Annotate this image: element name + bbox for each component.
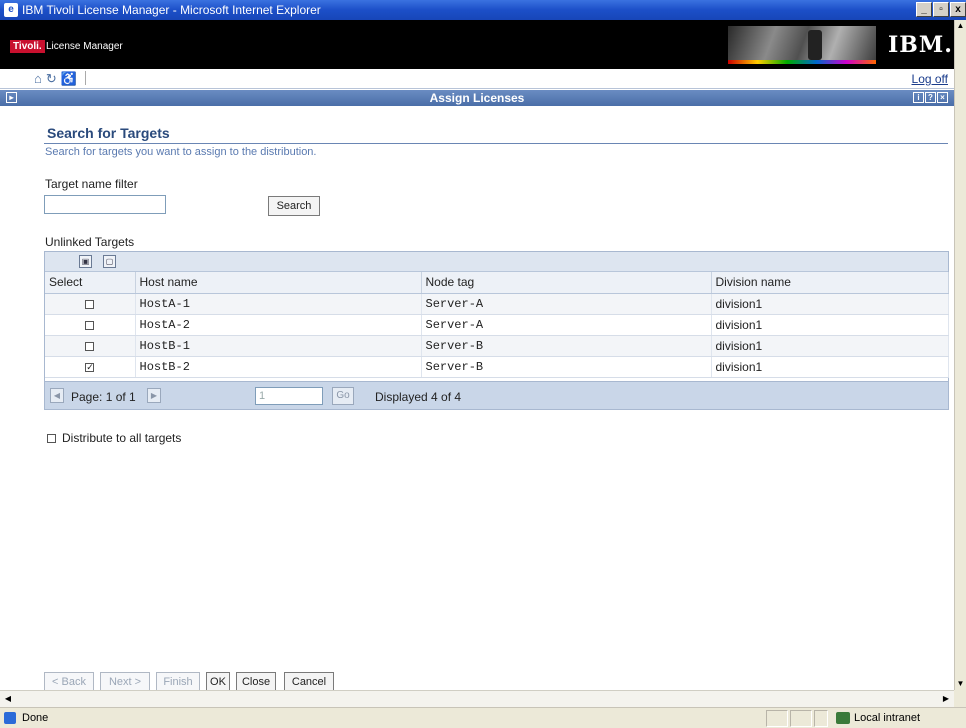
row-select-checkbox[interactable]: ✓: [85, 362, 95, 372]
log-off-link[interactable]: Log off: [912, 72, 948, 86]
column-node-tag[interactable]: Node tag: [421, 272, 712, 294]
row-select-checkbox[interactable]: [85, 341, 95, 351]
row-select-checkbox[interactable]: [85, 320, 95, 330]
product-name: License Manager: [46, 41, 123, 52]
node-tag-cell: Server-B: [421, 356, 712, 378]
distribute-all-option[interactable]: Distribute to all targets: [47, 431, 181, 445]
toolbar-separator: [84, 71, 86, 85]
intranet-zone-icon: [836, 712, 850, 724]
security-zone: Local intranet: [854, 712, 921, 724]
status-text: Done: [22, 712, 49, 724]
page-number-input[interactable]: 1: [255, 387, 323, 405]
tivoli-banner: Tivoli. License Manager IBM.: [0, 20, 954, 69]
select-all-icon[interactable]: ▣: [79, 255, 92, 268]
banner-artwork: [728, 26, 876, 64]
row-select-checkbox[interactable]: [85, 299, 95, 309]
column-division-name[interactable]: Division name: [711, 272, 949, 294]
window-titlebar: e IBM Tivoli License Manager - Microsoft…: [0, 0, 966, 20]
portal-toolbar: ⌂ ↻ ♿ Log off: [0, 69, 954, 89]
target-filter-label: Target name filter: [45, 177, 138, 191]
home-icon[interactable]: ⌂: [34, 71, 42, 87]
tivoli-logo: Tivoli.: [10, 40, 45, 53]
accessibility-icon[interactable]: ♿: [61, 71, 77, 87]
horizontal-scrollbar[interactable]: ◀ ▶: [0, 690, 954, 707]
next-button[interactable]: Next >: [100, 672, 150, 692]
ie-icon: e: [4, 3, 18, 17]
division-name-cell: division1: [711, 314, 949, 336]
portlet-menu-icon[interactable]: ▸: [6, 92, 17, 103]
finish-button[interactable]: Finish: [156, 672, 200, 692]
target-filter-input[interactable]: [44, 195, 166, 214]
targets-grid: Select Host name Node tag Division name …: [45, 272, 949, 378]
scroll-down-icon[interactable]: ▼: [955, 678, 966, 690]
status-bar: Done Local intranet: [0, 707, 966, 728]
table-row[interactable]: ✓ HostB-2 Server-B division1: [45, 356, 949, 378]
table-toolbar: ▣ ▢: [45, 252, 948, 272]
refresh-icon[interactable]: ↻: [46, 71, 57, 87]
scroll-left-icon[interactable]: ◀: [2, 693, 14, 705]
table-row[interactable]: HostA-2 Server-A division1: [45, 314, 949, 336]
scrollbar-corner: [954, 690, 966, 707]
division-name-cell: division1: [711, 356, 949, 378]
window-title: IBM Tivoli License Manager - Microsoft I…: [22, 3, 321, 17]
search-button[interactable]: Search: [268, 196, 320, 216]
node-tag-cell: Server-A: [421, 293, 712, 315]
section-description: Search for targets you want to assign to…: [45, 146, 317, 158]
division-name-cell: division1: [711, 335, 949, 357]
window-controls: _ ▫ x: [916, 2, 966, 17]
unlinked-targets-label: Unlinked Targets: [45, 235, 135, 249]
node-tag-cell: Server-A: [421, 314, 712, 336]
host-name-cell: HostA-2: [135, 314, 422, 336]
minimize-button[interactable]: _: [916, 2, 932, 17]
host-name-cell: HostB-1: [135, 335, 422, 357]
status-cell: [766, 710, 788, 727]
info-icon[interactable]: i: [913, 92, 924, 103]
next-page-icon[interactable]: ▶: [147, 388, 161, 403]
page-status-icon: [4, 712, 16, 724]
traffic-light-graphic: [808, 30, 822, 60]
division-name-cell: division1: [711, 293, 949, 315]
column-select: Select: [45, 272, 136, 294]
node-tag-cell: Server-B: [421, 335, 712, 357]
close-button[interactable]: Close: [236, 672, 276, 692]
banner-stripe: [728, 60, 876, 64]
table-row[interactable]: HostA-1 Server-A division1: [45, 293, 949, 315]
status-cell: [814, 710, 828, 727]
table-pager: ◀ Page: 1 of 1 ▶ 1 Go Displayed 4 of 4: [45, 381, 948, 409]
table-header-row: Select Host name Node tag Division name: [45, 272, 949, 294]
host-name-cell: HostB-2: [135, 356, 422, 378]
ibm-logo: IBM.: [888, 32, 953, 58]
displayed-count: Displayed 4 of 4: [375, 390, 462, 404]
cancel-button[interactable]: Cancel: [284, 672, 334, 692]
back-button[interactable]: < Back: [44, 672, 94, 692]
vertical-scrollbar[interactable]: ▲ ▼: [954, 20, 966, 690]
deselect-all-icon[interactable]: ▢: [103, 255, 116, 268]
scroll-up-icon[interactable]: ▲: [955, 20, 966, 32]
section-divider: [44, 143, 948, 144]
column-host-name[interactable]: Host name: [135, 272, 422, 294]
status-cell: [790, 710, 812, 727]
main-content: Search for Targets Search for targets yo…: [0, 106, 954, 692]
distribute-all-checkbox[interactable]: [47, 434, 56, 444]
close-portlet-icon[interactable]: ×: [937, 92, 948, 103]
portlet-titlebar: ▸ Assign Licenses i ? ×: [0, 90, 954, 106]
help-icon[interactable]: ?: [925, 92, 936, 103]
page-indicator: Page: 1 of 1: [71, 390, 136, 404]
previous-page-icon[interactable]: ◀: [50, 388, 64, 403]
distribute-all-label: Distribute to all targets: [62, 431, 182, 445]
go-button[interactable]: Go: [332, 387, 354, 405]
unlinked-targets-table: ▣ ▢ Select Host name Node tag Division n…: [44, 251, 949, 410]
table-row[interactable]: HostB-1 Server-B division1: [45, 335, 949, 357]
scroll-right-icon[interactable]: ▶: [940, 693, 952, 705]
ok-button[interactable]: OK: [206, 672, 230, 692]
host-name-cell: HostA-1: [135, 293, 422, 315]
restore-button[interactable]: ▫: [933, 2, 949, 17]
section-title: Search for Targets: [47, 125, 170, 141]
portlet-title: Assign Licenses: [429, 91, 525, 105]
close-window-button[interactable]: x: [950, 2, 966, 17]
